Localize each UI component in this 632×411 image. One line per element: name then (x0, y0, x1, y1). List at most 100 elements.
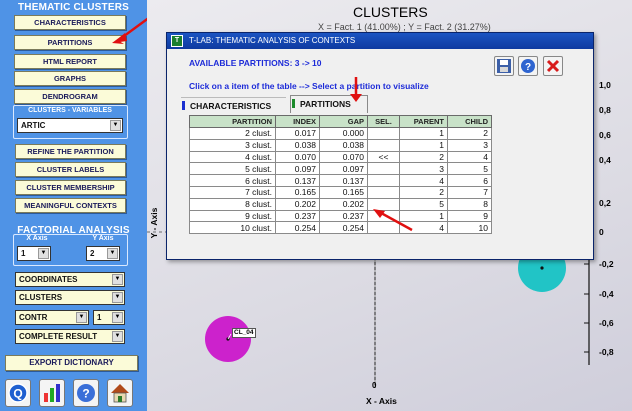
gap-cell[interactable]: 0.165 (319, 185, 368, 199)
partition-cell[interactable]: 2 clust. (189, 127, 276, 140)
child-cell[interactable]: 2 (447, 127, 492, 140)
col-partition: PARTITION (189, 115, 276, 128)
index-cell[interactable]: 0.202 (275, 197, 320, 211)
dialog-titlebar[interactable]: T T-LAB: THEMATIC ANALYSIS OF CONTEXTS (167, 33, 593, 49)
table-row[interactable]: 5 clust. 0.097 0.097 3 5 (189, 162, 492, 176)
child-cell[interactable]: 3 (447, 138, 492, 152)
chevron-down-icon[interactable]: ▼ (110, 120, 121, 131)
table-row[interactable]: 3 clust. 0.038 0.038 1 3 (189, 138, 492, 152)
parent-cell[interactable]: 1 (399, 127, 448, 140)
cluster-membership-button[interactable]: CLUSTER MEMBERSHIP (15, 180, 126, 195)
child-cell[interactable]: 9 (447, 209, 492, 223)
complete-result-select[interactable]: COMPLETE RESULT ▼ (15, 329, 125, 344)
contr-number-value: 1 (97, 313, 102, 322)
sel-cell[interactable] (367, 174, 400, 187)
index-cell[interactable]: 0.137 (275, 174, 320, 187)
export-dictionary-button[interactable]: EXPORT DICTIONARY (5, 355, 138, 371)
parent-cell[interactable]: 3 (399, 162, 448, 176)
sel-cell[interactable] (367, 162, 400, 176)
table-row[interactable]: 7 clust. 0.165 0.165 2 7 (189, 185, 492, 199)
x-axis-label: X Axis (26, 235, 48, 242)
index-cell[interactable]: 0.017 (275, 127, 320, 140)
cluster-label-cl04: CL_04 (232, 328, 256, 338)
table-row[interactable]: 4 clust. 0.070 0.070 << 2 4 (189, 150, 492, 164)
svg-text:?: ? (82, 387, 89, 401)
home-icon[interactable] (107, 379, 133, 407)
close-icon[interactable] (543, 56, 563, 76)
partition-cell[interactable]: 10 clust. (189, 221, 276, 235)
gap-cell[interactable]: 0.254 (319, 221, 368, 235)
x-zero-label: 0 (372, 381, 377, 390)
coordinates-select[interactable]: COORDINATES ▼ (15, 272, 125, 287)
parent-cell[interactable]: 2 (399, 185, 448, 199)
partition-cell[interactable]: 5 clust. (189, 162, 276, 176)
child-cell[interactable]: 7 (447, 185, 492, 199)
gap-cell[interactable]: 0.237 (319, 209, 368, 223)
gap-cell[interactable]: 0.137 (319, 174, 368, 187)
child-cell[interactable]: 6 (447, 174, 492, 187)
child-cell[interactable]: 8 (447, 197, 492, 211)
index-cell[interactable]: 0.097 (275, 162, 320, 176)
chevron-down-icon[interactable]: ▼ (76, 312, 87, 323)
html-report-button[interactable]: HTML REPORT (14, 54, 126, 69)
table-row[interactable]: 10 clust. 0.254 0.254 4 10 (189, 221, 492, 235)
y-axis-select[interactable]: 2 ▼ (86, 246, 120, 261)
tab-characteristics-label: CHARACTERISTICS (190, 101, 272, 111)
help-icon[interactable]: ? (518, 56, 538, 76)
gap-cell[interactable]: 0.038 (319, 138, 368, 152)
contr-number-select[interactable]: 1 ▼ (93, 310, 125, 325)
dendrogram-button[interactable]: DENDROGRAM (14, 89, 126, 104)
table-row[interactable]: 9 clust. 0.237 0.237 1 9 (189, 209, 492, 223)
q-logo-icon[interactable]: Q (5, 379, 31, 407)
gap-cell[interactable]: 0.202 (319, 197, 368, 211)
variable-select[interactable]: ARTIC ▼ (17, 118, 123, 133)
chevron-down-icon[interactable]: ▼ (112, 274, 123, 285)
partition-cell[interactable]: 7 clust. (189, 185, 276, 199)
sel-cell[interactable] (367, 185, 400, 199)
index-cell[interactable]: 0.038 (275, 138, 320, 152)
col-parent: PARENT (399, 115, 448, 128)
parent-cell[interactable]: 2 (399, 150, 448, 164)
col-sel: SEL. (367, 115, 400, 128)
index-cell[interactable]: 0.070 (275, 150, 320, 164)
tab-characteristics[interactable]: CHARACTERISTICS (181, 97, 286, 113)
clusters-variables-title: CLUSTERS - VARIABLES (28, 107, 112, 114)
save-icon[interactable] (494, 56, 514, 76)
gap-cell[interactable]: 0.000 (319, 127, 368, 140)
help-icon[interactable]: ? (73, 379, 99, 407)
clusters-select[interactable]: CLUSTERS ▼ (15, 290, 125, 305)
parent-cell[interactable]: 4 (399, 174, 448, 187)
gap-cell[interactable]: 0.097 (319, 162, 368, 176)
parent-cell[interactable]: 1 (399, 138, 448, 152)
contr-select[interactable]: CONTR ▼ (15, 310, 89, 325)
graphs-button[interactable]: GRAPHS (14, 71, 126, 86)
table-row[interactable]: 8 clust. 0.202 0.202 5 8 (189, 197, 492, 211)
index-cell[interactable]: 0.254 (275, 221, 320, 235)
cluster-labels-button[interactable]: CLUSTER LABELS (15, 162, 126, 177)
chevron-down-icon[interactable]: ▼ (107, 248, 118, 259)
partition-cell[interactable]: 8 clust. (189, 197, 276, 211)
partition-cell[interactable]: 9 clust. (189, 209, 276, 223)
chevron-down-icon[interactable]: ▼ (112, 312, 123, 323)
table-row[interactable]: 6 clust. 0.137 0.137 4 6 (189, 174, 492, 187)
child-cell[interactable]: 5 (447, 162, 492, 176)
chart-icon[interactable] (39, 379, 65, 407)
chevron-down-icon[interactable]: ▼ (38, 248, 49, 259)
sel-cell[interactable] (367, 127, 400, 140)
index-cell[interactable]: 0.237 (275, 209, 320, 223)
partition-cell[interactable]: 4 clust. (189, 150, 276, 164)
partition-cell[interactable]: 6 clust. (189, 174, 276, 187)
index-cell[interactable]: 0.165 (275, 185, 320, 199)
table-row[interactable]: 2 clust. 0.017 0.000 1 2 (189, 127, 492, 140)
sel-cell[interactable] (367, 138, 400, 152)
partition-cell[interactable]: 3 clust. (189, 138, 276, 152)
x-axis-select[interactable]: 1 ▼ (17, 246, 51, 261)
gap-cell[interactable]: 0.070 (319, 150, 368, 164)
meaningful-contexts-button[interactable]: MEANINGFUL CONTEXTS (15, 198, 126, 213)
child-cell[interactable]: 10 (447, 221, 492, 235)
chevron-down-icon[interactable]: ▼ (112, 292, 123, 303)
refine-partition-button[interactable]: REFINE THE PARTITION (15, 144, 126, 159)
sel-cell[interactable]: << (367, 150, 400, 164)
chevron-down-icon[interactable]: ▼ (112, 331, 123, 342)
child-cell[interactable]: 4 (447, 150, 492, 164)
